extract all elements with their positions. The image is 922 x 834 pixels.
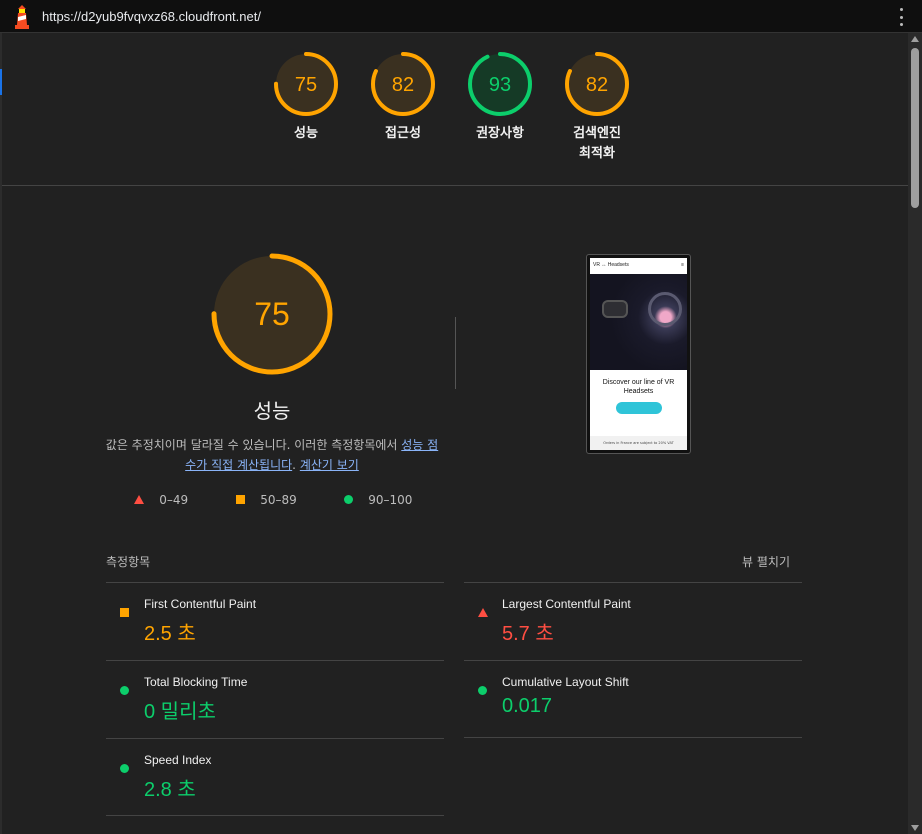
square-icon <box>236 495 245 504</box>
metric-name: First Contentful Paint <box>144 597 257 611</box>
preview-hero-image <box>590 274 687 370</box>
scrollbar[interactable] <box>908 33 922 834</box>
description-sep: . <box>292 458 300 472</box>
gauge-label: 검색엔진 최적화 <box>573 126 621 161</box>
metric-rating-icon <box>120 680 129 699</box>
metric-speed-index: Speed Index 2.8 초 <box>106 738 444 816</box>
performance-title: 성능 <box>253 399 291 423</box>
metric-value: 5.7 초 <box>502 623 554 645</box>
preview-button <box>615 402 662 414</box>
performance-score: 75 <box>254 296 290 332</box>
gauge-label: 접근성 <box>385 126 421 141</box>
report-toolbar: https://d2yub9fvqvxz68.cloudfront.net/ <box>0 0 922 33</box>
page-screenshot-preview[interactable]: VR ↔ Headsets ≡ Discover our line of VR H… <box>586 254 691 454</box>
gauge-ring: 82 <box>371 52 435 116</box>
scrollbar-thumb[interactable] <box>911 48 919 208</box>
legend-average: 50–89 <box>236 493 297 507</box>
preview-screen: VR ↔ Headsets ≡ Discover our line of VR H… <box>590 258 687 450</box>
circle-icon <box>478 686 487 695</box>
metric-lcp: Largest Contentful Paint 5.7 초 <box>464 582 802 660</box>
preview-headline: Discover our line of VR Headsets <box>602 379 675 395</box>
performance-big-gauge: 75 <box>207 249 337 379</box>
scroll-up-icon[interactable] <box>911 36 919 42</box>
preview-menu-icon: ≡ <box>681 262 684 268</box>
metric-value: 2.8 초 <box>144 779 196 801</box>
circle-icon <box>344 495 353 504</box>
big-gauge-ring: 75 <box>211 253 333 375</box>
metric-fcp: First Contentful Paint 2.5 초 <box>106 582 444 660</box>
gauge-label: 성능 <box>294 126 318 141</box>
gauge-score: 75 <box>295 74 317 96</box>
report-url[interactable]: https://d2yub9fvqvxz68.cloudfront.net/ <box>42 9 261 24</box>
gauge-accessibility[interactable]: 82 접근성 <box>358 50 448 144</box>
score-summary: 75 성능 82 접근성 93 권장사항 82 검색엔진 최적화 <box>2 34 908 186</box>
metric-cls: Cumulative Layout Shift 0.017 <box>464 660 802 738</box>
preview-nav: VR ↔ Headsets ≡ <box>590 258 687 274</box>
gauge-score: 82 <box>586 74 608 96</box>
metrics-title: 측정항목 <box>106 555 151 569</box>
expand-view-toggle[interactable]: 뷰 펼치기 <box>742 553 790 570</box>
legend-pass: 90–100 <box>344 493 412 507</box>
circle-icon <box>120 686 129 695</box>
vertical-divider <box>455 317 456 389</box>
metric-name: Speed Index <box>144 753 212 767</box>
lighthouse-logo-icon <box>15 5 29 29</box>
gauge-ring: 75 <box>274 52 338 116</box>
metric-name: Largest Contentful Paint <box>502 597 631 611</box>
more-menu-icon[interactable] <box>898 8 904 26</box>
performance-description: 값은 추정치이며 달라질 수 있습니다. 이러한 측정항목에서 성능 점수가 직… <box>102 435 442 475</box>
scroll-down-icon[interactable] <box>911 825 919 831</box>
metric-value: 0.017 <box>502 695 553 717</box>
metric-rating-icon <box>120 602 129 621</box>
description-text: 값은 추정치이며 달라질 수 있습니다. 이러한 측정항목에서 <box>105 438 402 452</box>
metric-rating-icon <box>478 602 488 621</box>
calculator-link[interactable]: 계산기 보기 <box>300 458 359 472</box>
gauge-ring: 93 <box>468 52 532 116</box>
metric-value: 0 밀리초 <box>144 701 216 723</box>
metric-tbt: Total Blocking Time 0 밀리초 <box>106 660 444 738</box>
gauge-score: 82 <box>392 74 414 96</box>
legend-fail: 0–49 <box>134 493 188 507</box>
gauge-best-practices[interactable]: 93 권장사항 <box>455 50 545 144</box>
gauge-label: 권장사항 <box>476 126 524 141</box>
metrics-header: 측정항목 뷰 펼치기 <box>106 553 802 569</box>
preview-brand: VR ↔ Headsets <box>593 262 629 268</box>
gauge-seo[interactable]: 82 검색엔진 최적화 <box>552 50 642 164</box>
metric-rating-icon <box>120 758 129 777</box>
square-icon <box>120 608 129 617</box>
performance-section: 75 성능 값은 추정치이며 달라질 수 있습니다. 이러한 측정항목에서 성능… <box>2 187 908 834</box>
metric-name: Total Blocking Time <box>144 675 248 689</box>
triangle-icon <box>134 495 144 504</box>
score-legend: 0–49 50–89 90–100 <box>134 493 434 509</box>
metric-name: Cumulative Layout Shift <box>502 675 629 689</box>
gauge-score: 93 <box>489 74 511 96</box>
gauge-performance[interactable]: 75 성능 <box>261 50 351 144</box>
circle-icon <box>120 764 129 773</box>
metric-divider <box>464 737 802 738</box>
gauge-ring: 82 <box>565 52 629 116</box>
metric-value: 2.5 초 <box>144 623 196 645</box>
metric-rating-icon <box>478 680 487 699</box>
metric-divider <box>106 815 444 816</box>
triangle-icon <box>478 608 488 617</box>
preview-footer: Orders in France are subject to 20% VAT <box>590 436 687 450</box>
